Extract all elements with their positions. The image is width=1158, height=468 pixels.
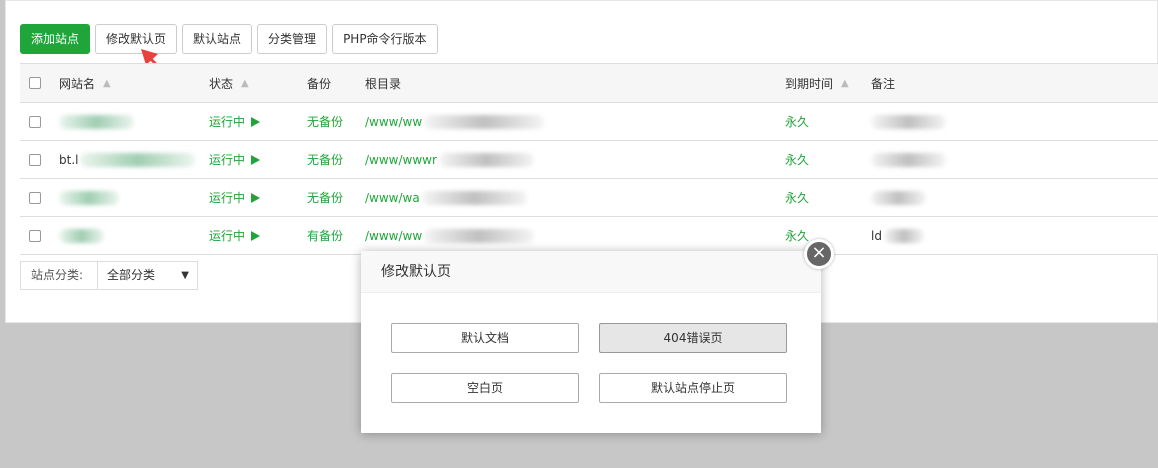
site-name-link[interactable]: bt.l bbox=[59, 141, 196, 178]
category-manage-button[interactable]: 分类管理 bbox=[257, 24, 328, 54]
sort-up-icon: ▲ bbox=[241, 77, 249, 89]
site-stopped-page-button[interactable]: 默认站点停止页 bbox=[599, 373, 787, 403]
col-status-header[interactable]: 状态 ▲ bbox=[209, 64, 249, 102]
backup-link[interactable]: 无备份 bbox=[307, 179, 343, 216]
row-checkbox[interactable] bbox=[29, 230, 41, 242]
table-row: 运行中 无备份 /www/wa 永久 bbox=[20, 179, 1158, 217]
expire-link[interactable]: 永久 bbox=[785, 179, 809, 216]
backup-link[interactable]: 无备份 bbox=[307, 103, 343, 140]
play-icon bbox=[251, 154, 261, 165]
dropdown-arrow-icon: ▼ bbox=[181, 270, 189, 281]
backup-link[interactable]: 有备份 bbox=[307, 217, 343, 254]
row-checkbox[interactable] bbox=[29, 154, 41, 166]
status-toggle[interactable]: 运行中 bbox=[209, 179, 261, 216]
play-icon bbox=[251, 230, 261, 241]
note-field[interactable] bbox=[871, 103, 946, 140]
play-icon bbox=[251, 116, 261, 127]
sort-up-icon: ▲ bbox=[103, 77, 111, 89]
category-label: 站点分类: bbox=[21, 262, 98, 289]
col-root-header: 根目录 bbox=[365, 76, 402, 91]
default-site-button[interactable]: 默认站点 bbox=[182, 24, 253, 54]
table-header: 网站名 ▲ 状态 ▲ 备份 根目录 到期时间 ▲ 备注 bbox=[20, 64, 1158, 103]
blank-page-button[interactable]: 空白页 bbox=[391, 373, 579, 403]
close-icon[interactable]: × bbox=[804, 239, 834, 269]
select-all-checkbox[interactable] bbox=[29, 77, 41, 89]
toolbar: 添加站点 修改默认页 默认站点 分类管理 PHP命令行版本 bbox=[20, 24, 438, 54]
col-expire-header[interactable]: 到期时间 ▲ bbox=[785, 64, 849, 102]
note-field[interactable] bbox=[871, 179, 926, 216]
table-row: bt.l 运行中 无备份 /www/wwwr 永久 bbox=[20, 141, 1158, 179]
site-category-filter: 站点分类: 全部分类 ▼ bbox=[20, 261, 198, 290]
root-dir-link[interactable]: /www/ww bbox=[365, 217, 535, 254]
backup-link[interactable]: 无备份 bbox=[307, 141, 343, 178]
root-dir-link[interactable]: /www/wwwr bbox=[365, 141, 534, 178]
table-row: 运行中 有备份 /www/ww 永久 ld bbox=[20, 217, 1158, 255]
note-field[interactable]: ld bbox=[871, 217, 924, 254]
status-toggle[interactable]: 运行中 bbox=[209, 217, 261, 254]
site-name-link[interactable] bbox=[59, 103, 134, 140]
add-site-button[interactable]: 添加站点 bbox=[20, 24, 91, 54]
expire-link[interactable]: 永久 bbox=[785, 103, 809, 140]
table-row: 运行中 无备份 /www/ww 永久 bbox=[20, 103, 1158, 141]
root-dir-link[interactable]: /www/ww bbox=[365, 103, 545, 140]
note-field[interactable] bbox=[871, 141, 946, 178]
status-toggle[interactable]: 运行中 bbox=[209, 103, 261, 140]
play-icon bbox=[251, 192, 261, 203]
category-select[interactable]: 全部分类 ▼ bbox=[98, 262, 197, 289]
default-document-button[interactable]: 默认文档 bbox=[391, 323, 579, 353]
site-table: 网站名 ▲ 状态 ▲ 备份 根目录 到期时间 ▲ 备注 运行中 无备份 /www/ww… bbox=[20, 63, 1158, 255]
col-name-header[interactable]: 网站名 ▲ bbox=[59, 64, 111, 102]
status-toggle[interactable]: 运行中 bbox=[209, 141, 261, 178]
row-checkbox[interactable] bbox=[29, 116, 41, 128]
sort-up-icon: ▲ bbox=[841, 77, 849, 89]
modify-default-page-dialog: 修改默认页 默认文档 404错误页 空白页 默认站点停止页 bbox=[361, 251, 821, 433]
site-name-link[interactable] bbox=[59, 217, 104, 254]
col-backup-header: 备份 bbox=[307, 76, 332, 91]
col-note-header: 备注 bbox=[871, 76, 896, 91]
expire-link[interactable]: 永久 bbox=[785, 141, 809, 178]
dialog-title: 修改默认页 bbox=[361, 251, 821, 293]
error-404-page-button[interactable]: 404错误页 bbox=[599, 323, 787, 353]
site-name-link[interactable] bbox=[59, 179, 119, 216]
root-dir-link[interactable]: /www/wa bbox=[365, 179, 527, 216]
row-checkbox[interactable] bbox=[29, 192, 41, 204]
php-cli-version-button[interactable]: PHP命令行版本 bbox=[332, 24, 438, 54]
